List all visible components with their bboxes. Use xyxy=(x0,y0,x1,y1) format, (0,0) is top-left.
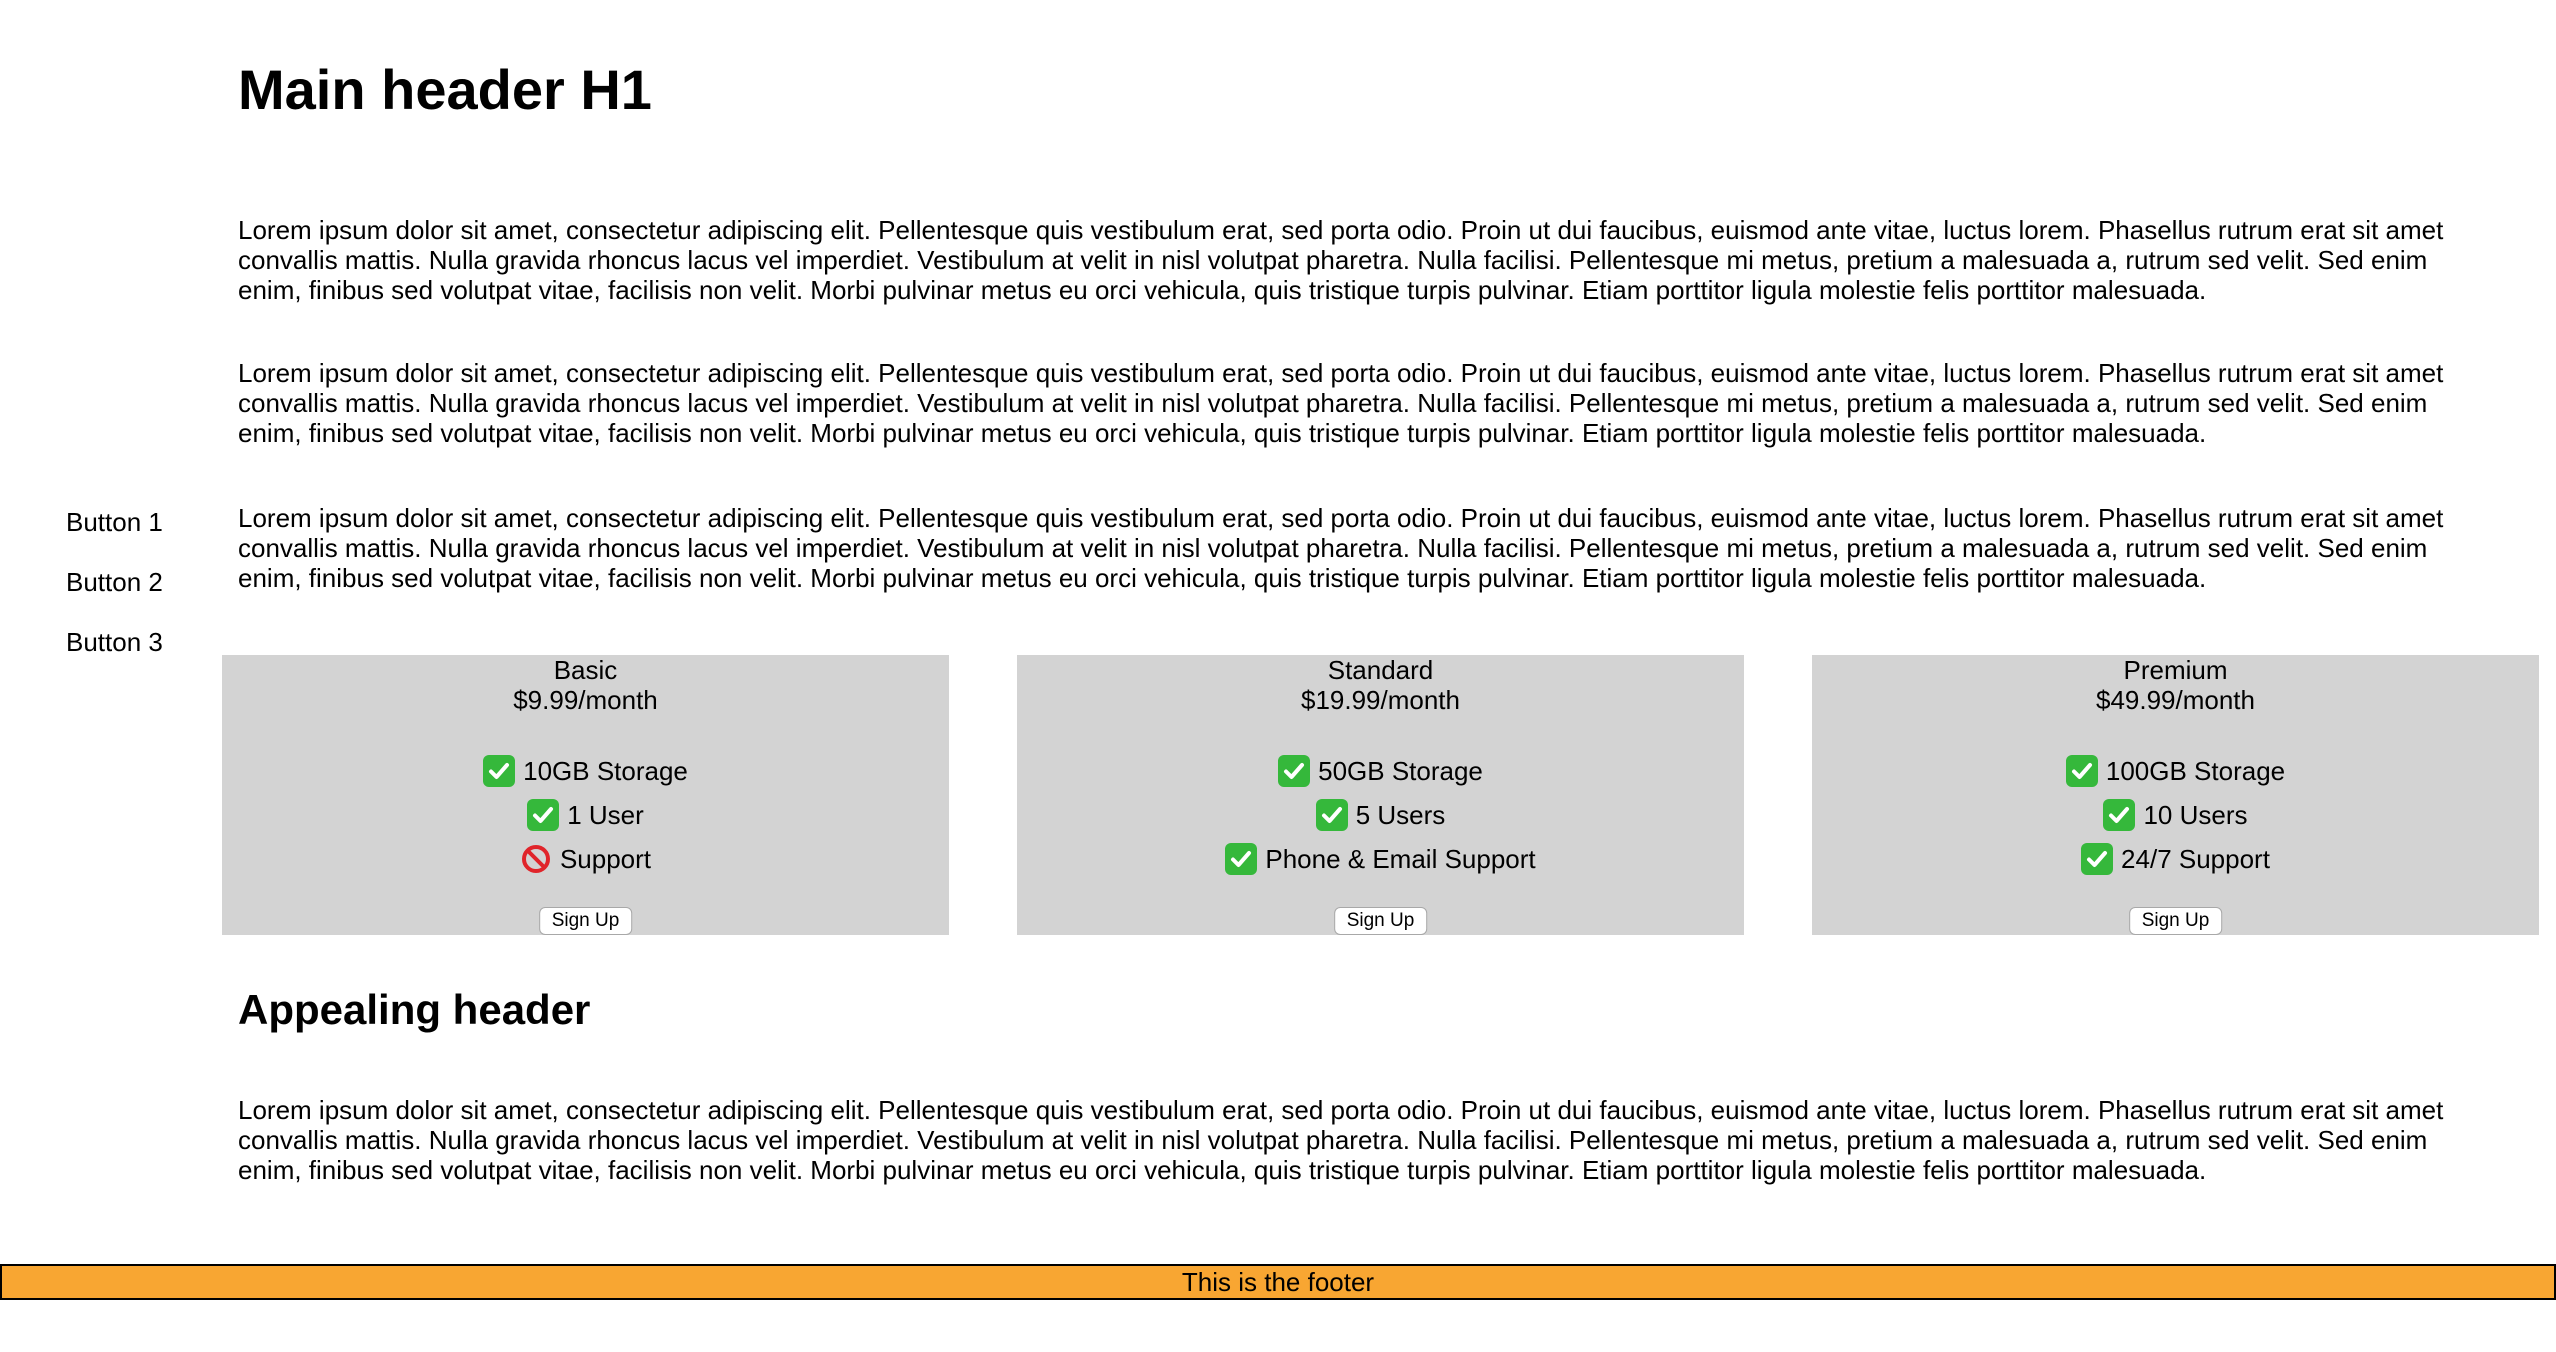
sidebar-button-1[interactable]: Button 1 xyxy=(66,507,206,537)
sign-up-button-premium[interactable]: Sign Up xyxy=(2128,907,2223,935)
feature-text: 100GB Storage xyxy=(2105,756,2286,786)
feature-item: Support xyxy=(222,837,949,881)
sidebar-button-2[interactable]: Button 2 xyxy=(66,567,206,597)
no-entry-icon xyxy=(520,843,552,875)
body-paragraph: Lorem ipsum dolor sit amet, consectetur … xyxy=(238,215,2444,305)
closing-paragraph: Lorem ipsum dolor sit amet, consectetur … xyxy=(238,1095,2444,1185)
check-icon xyxy=(527,799,560,831)
feature-text: 1 User xyxy=(567,800,644,830)
body-paragraph: Lorem ipsum dolor sit amet, consectetur … xyxy=(238,503,2444,593)
plan-card-premium: Premium $49.99/month 100GB Storage 10 Us… xyxy=(1812,655,2539,935)
feature-item: 24/7 Support xyxy=(1812,837,2539,881)
plan-price: $19.99/month xyxy=(1300,685,1460,715)
feature-text: 5 Users xyxy=(1355,800,1446,830)
sign-up-button-basic[interactable]: Sign Up xyxy=(538,907,633,935)
plan-features: 10GB Storage 1 User Support xyxy=(222,749,949,881)
sidebar: Button 1 Button 2 Button 3 xyxy=(66,507,206,687)
plan-price: $9.99/month xyxy=(513,685,658,715)
feature-item: Phone & Email Support xyxy=(1017,837,1744,881)
page-title: Main header H1 xyxy=(238,58,652,121)
plan-card-basic: Basic $9.99/month 10GB Storage 1 User Su… xyxy=(222,655,949,935)
plan-card-standard: Standard $19.99/month 50GB Storage 5 Use… xyxy=(1017,655,1744,935)
check-icon xyxy=(483,755,516,787)
feature-text: 10 Users xyxy=(2143,800,2248,830)
check-icon xyxy=(2065,755,2098,787)
feature-item: 5 Users xyxy=(1017,793,1744,837)
feature-text: 10GB Storage xyxy=(523,756,688,786)
plan-name: Premium xyxy=(2123,655,2228,685)
feature-item: 1 User xyxy=(222,793,949,837)
sign-up-button-standard[interactable]: Sign Up xyxy=(1333,907,1428,935)
check-icon xyxy=(1278,755,1311,787)
footer: This is the footer xyxy=(0,1264,2556,1300)
plan-name: Standard xyxy=(1327,655,1434,685)
feature-text: Phone & Email Support xyxy=(1265,844,1536,874)
check-icon xyxy=(2081,843,2114,875)
feature-item: 10GB Storage xyxy=(222,749,949,793)
feature-text: 50GB Storage xyxy=(1318,756,1483,786)
plan-features: 100GB Storage 10 Users 24/7 Support xyxy=(1812,749,2539,881)
feature-text: Support xyxy=(559,844,652,874)
page: Button 1 Button 2 Button 3 Main header H… xyxy=(0,0,2556,1352)
check-icon xyxy=(1225,843,1258,875)
feature-item: 10 Users xyxy=(1812,793,2539,837)
feature-item: 100GB Storage xyxy=(1812,749,2539,793)
feature-item: 50GB Storage xyxy=(1017,749,1744,793)
feature-text: 24/7 Support xyxy=(2121,844,2270,874)
pricing-plans: Basic $9.99/month 10GB Storage 1 User Su… xyxy=(222,655,2540,935)
section-heading: Appealing header xyxy=(238,986,591,1033)
body-paragraph: Lorem ipsum dolor sit amet, consectetur … xyxy=(238,358,2444,448)
check-icon xyxy=(2103,799,2136,831)
sidebar-button-3[interactable]: Button 3 xyxy=(66,627,206,657)
plan-name: Basic xyxy=(553,655,618,685)
check-icon xyxy=(1315,799,1348,831)
plan-price: $49.99/month xyxy=(2095,685,2255,715)
plan-features: 50GB Storage 5 Users Phone & Email Suppo… xyxy=(1017,749,1744,881)
